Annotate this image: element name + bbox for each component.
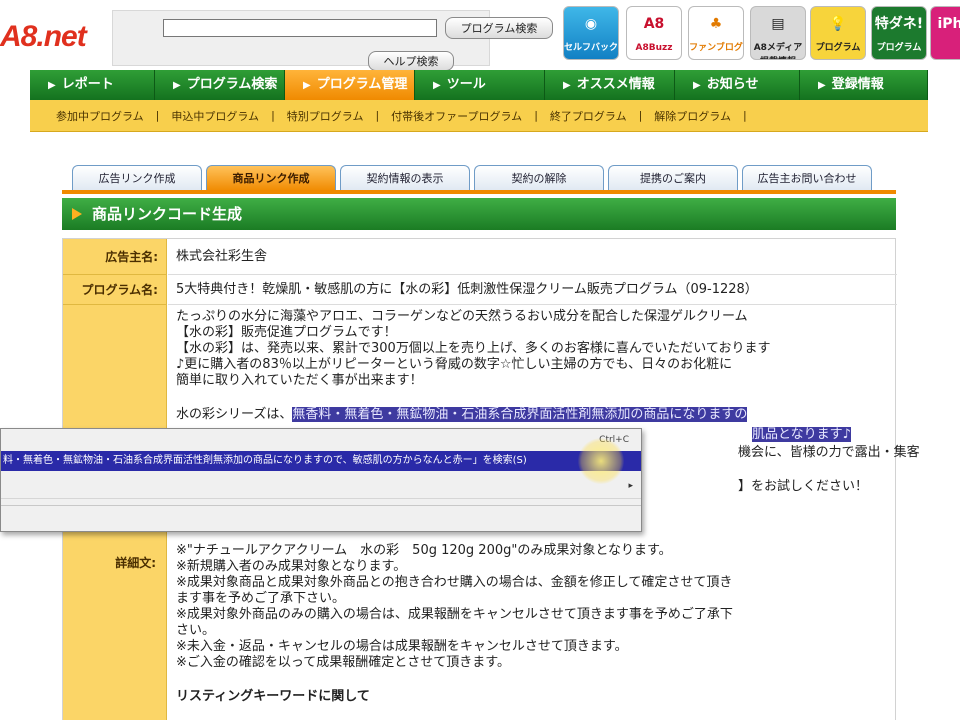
service-label: A8メディア掲載情報 [753, 43, 803, 59]
program-tabs: 広告リンク作成 商品リンク作成 契約情報の表示 契約の解除 提携のご案内 広告主… [72, 165, 872, 191]
note-line: ※新規購入者のみ成果対象となります。 [176, 559, 407, 574]
context-menu-submenu-item[interactable]: ▸ [1, 477, 641, 499]
note-line: ※成果対象外商品のみの購入の場合は、成果報酬をキャンセルさせて頂きます事を予めご… [176, 607, 733, 622]
service-label: プログラム [815, 43, 861, 53]
description-line: 簡単に取り入れていただく事が出来ます！ [176, 373, 423, 388]
program-search-button[interactable]: プログラム検索 [445, 17, 553, 39]
help-search-button[interactable]: ヘルプ検索 [368, 51, 454, 71]
service-label: ファンブログ [689, 43, 743, 53]
lightbulb-icon: 💡 [829, 16, 847, 32]
context-menu: Ctrl+C 料・無着色・無鉱物油・石油系合成界面活性剤無添加の商品になりますの… [0, 428, 642, 532]
nav-news[interactable]: お知らせ [675, 70, 800, 100]
tab-product-link[interactable]: 商品リンク作成 [206, 165, 336, 191]
series-line: 水の彩シリーズは、無香料・無着色・無鉱物油・石油系合成界面活性剤無添加の商品にな… [176, 407, 892, 423]
subnav-separator: | [742, 109, 747, 122]
tab-contract-cancel[interactable]: 契約の解除 [474, 165, 604, 191]
tab-ad-link[interactable]: 広告リンク作成 [72, 165, 202, 191]
a8-logo[interactable]: A8.net [0, 20, 87, 54]
partial-line: 機会に、皆様の力で露出・集客 [738, 445, 920, 460]
service-label: プログラム [876, 43, 922, 53]
a8buzz-icon: A8 [643, 16, 665, 32]
site-header: A8.net プログラム検索 ヘルプ検索 ◉ セルフバック A8 A8Buzz … [0, 0, 960, 71]
selected-text-end[interactable]: 肌品となります♪ [752, 427, 851, 442]
subnav-separator: | [638, 109, 643, 122]
self-back-icon: ◉ [584, 16, 598, 32]
subnav-applying-programs[interactable]: 申込中プログラム [171, 108, 259, 124]
subnav-separator: | [271, 109, 275, 122]
note-line: ます事を予めご了承下さい。 [176, 591, 346, 606]
subnav-separator: | [534, 109, 538, 122]
submenu-arrow-icon: ▸ [628, 481, 633, 491]
tokudane-icon: 特ダネ! [874, 16, 924, 32]
selected-text[interactable]: 無香料・無着色・無鉱物油・石油系合成界面活性剤無添加の商品になりますの [292, 407, 748, 422]
service-iphone[interactable]: iPh [930, 6, 960, 60]
tabs-underline [62, 190, 896, 194]
tab-partnership-info[interactable]: 提携のご案内 [608, 165, 738, 191]
subnav-special-programs[interactable]: 特別プログラム [287, 108, 364, 124]
advertiser-label: 広告主名: [63, 239, 167, 275]
tab-contract-info[interactable]: 契約情報の表示 [340, 165, 470, 191]
subnav-separator: | [155, 109, 160, 122]
subnav-ended-programs[interactable]: 終了プログラム [550, 108, 627, 124]
logo-text: A8 [0, 20, 37, 53]
service-program-idea[interactable]: 💡 プログラム [810, 6, 866, 60]
subnav-active-programs[interactable]: 参加中プログラム [56, 108, 144, 124]
service-a8buzz[interactable]: A8 A8Buzz [626, 6, 682, 60]
iphone-icon: iPh [937, 16, 960, 32]
advertiser-value: 株式会社彩生舎 [168, 239, 897, 275]
fanblog-icon: ♣ [709, 16, 723, 32]
partial-line: 】をお試しください！ [738, 479, 869, 494]
subnav-cancelled-programs[interactable]: 解除プログラム [654, 108, 731, 124]
program-search-box: プログラム検索 ヘルプ検索 [112, 10, 553, 71]
listing-keyword-heading: リスティングキーワードに関して [176, 689, 370, 704]
service-label: A8Buzz [635, 43, 673, 53]
service-self-back[interactable]: ◉ セルフバック [563, 6, 619, 60]
note-line: ※未入金・返品・キャンセルの場合は成果報酬をキャンセルさせて頂きます。 [176, 639, 628, 654]
program-name-label: プログラム名: [63, 275, 167, 305]
sub-nav: 参加中プログラム | 申込中プログラム | 特別プログラム | 付帯後オファープ… [30, 100, 928, 132]
note-line: さい。 [176, 623, 216, 638]
subnav-separator: | [375, 109, 380, 122]
nav-program-management[interactable]: プログラム管理 [285, 70, 415, 100]
description-line: ♪更に購入者の83％以上がリピーターという脅威の数字☆忙しい主婦の方でも、日々の… [176, 357, 733, 372]
program-search-input[interactable] [163, 19, 437, 37]
nav-tools[interactable]: ツール [415, 70, 545, 100]
note-line: ※成果対象商品と成果対象外商品との抱き合わせ購入の場合は、金額を修正して確定させ… [176, 575, 733, 590]
nav-program-search[interactable]: プログラム検索 [155, 70, 285, 100]
nav-report[interactable]: レポート [30, 70, 155, 100]
description-line: 【水の彩】は、発売以来、累計で300万個以上を売り上げ、多くのお客様に喜んでいた… [176, 341, 771, 356]
service-label: セルフバック [564, 43, 619, 53]
note-line: ※ご入金の確認を以って成果報酬確定とさせて頂きます。 [176, 655, 510, 670]
description-line: 【水の彩】販売促進プログラムです！ [176, 325, 397, 340]
subnav-offer-programs[interactable]: 付帯後オファープログラム [391, 108, 522, 124]
program-name-value: 5大特典付き！乾燥肌・敏感肌の方に【水の彩】低刺激性保湿クリーム販売プログラム（… [168, 275, 897, 305]
series-prefix: 水の彩シリーズは、 [176, 407, 293, 422]
nav-registration[interactable]: 登録情報 [800, 70, 928, 100]
detail-text-label: 詳細文: [115, 556, 156, 570]
section-title: 商品リンクコード生成 [62, 198, 896, 230]
partial-line: 肌品となります♪ [752, 427, 892, 443]
note-line: ※"ナチュールアクアクリーム 水の彩 50g 120g 200g"のみ成果対象と… [176, 543, 672, 558]
context-menu-separator [1, 505, 641, 506]
description-line: たっぷりの水分に海藻やアロエ、コラーゲンなどの天然うるおい成分を配合した保湿ゲル… [176, 309, 748, 324]
mouse-cursor-highlight [578, 438, 624, 484]
service-media[interactable]: ▤ A8メディア掲載情報 [750, 6, 806, 60]
context-menu-item[interactable] [1, 507, 641, 529]
nav-recommended[interactable]: オススメ情報 [545, 70, 675, 100]
main-nav: レポート プログラム検索 プログラム管理 ツール オススメ情報 お知らせ 登録情… [30, 70, 928, 100]
service-tokudane[interactable]: 特ダネ! プログラム [871, 6, 927, 60]
tab-advertiser-contact[interactable]: 広告主お問い合わせ [742, 165, 872, 191]
service-fanblog[interactable]: ♣ ファンブログ [688, 6, 744, 60]
logo-suffix: .net [36, 20, 86, 53]
media-icon: ▤ [771, 16, 785, 32]
context-menu-search-item[interactable]: 料・無着色・無鉱物油・石油系合成界面活性剤無添加の商品になりますので、敏感肌の方… [1, 451, 641, 471]
